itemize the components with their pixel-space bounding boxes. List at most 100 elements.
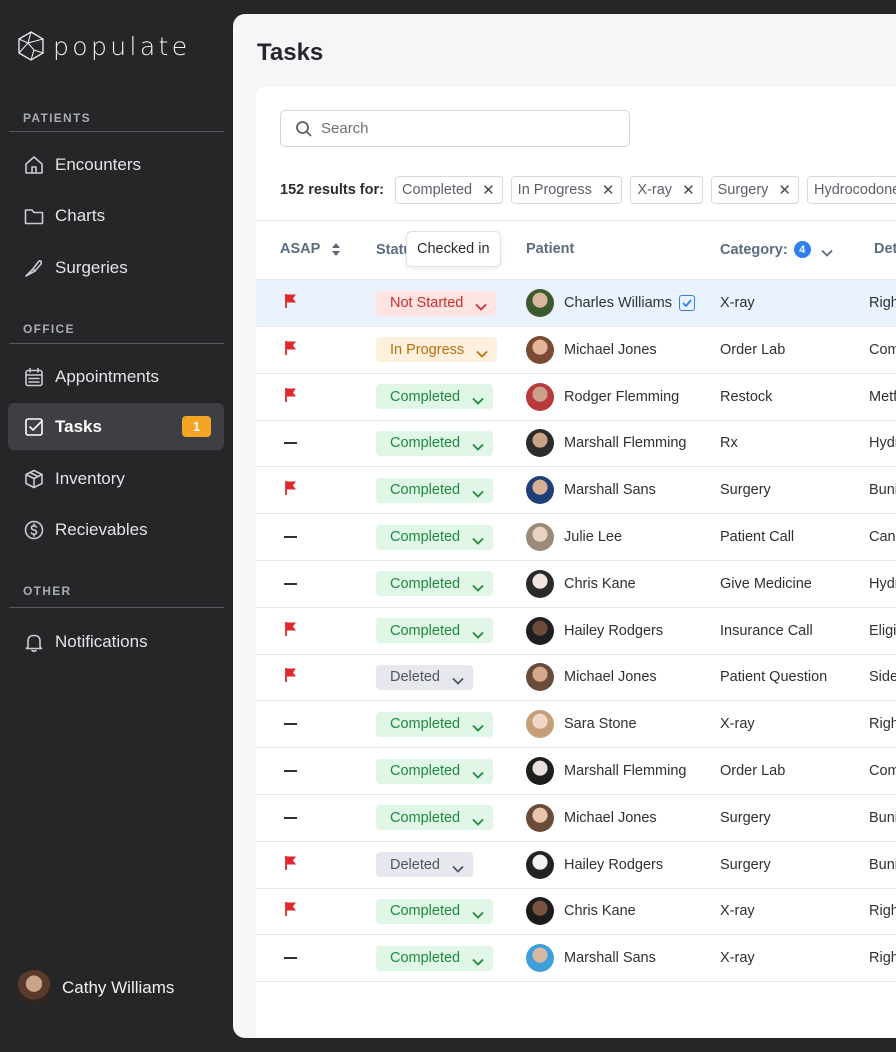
sidebar-item-encounters[interactable]: Encounters <box>8 141 224 188</box>
close-icon[interactable]: ✕ <box>482 181 495 199</box>
asap-cell[interactable] <box>284 374 298 420</box>
status-dropdown[interactable]: Completed <box>376 898 494 924</box>
status-dropdown[interactable]: Deleted <box>376 664 473 690</box>
status-dropdown[interactable]: In Progress <box>376 337 498 363</box>
patient-cell[interactable]: Chris Kane <box>526 888 636 934</box>
status-dropdown[interactable]: Completed <box>376 945 494 971</box>
patient-cell[interactable]: Michael Jones <box>526 795 657 841</box>
table-row[interactable]: Completed Marshall Sans X-ray Right arm <box>256 935 896 983</box>
flag-icon[interactable] <box>284 340 298 360</box>
flag-icon[interactable] <box>284 480 298 500</box>
asap-cell[interactable] <box>284 748 297 794</box>
dash-icon <box>284 816 297 819</box>
patient-cell[interactable]: Hailey Rodgers <box>526 842 663 888</box>
checked-in-icon[interactable] <box>678 295 695 311</box>
flag-icon[interactable] <box>284 293 298 313</box>
status-dropdown[interactable]: Completed <box>376 430 494 456</box>
close-icon[interactable]: ✕ <box>682 181 695 199</box>
table-row[interactable]: Completed Julie Lee Patient Call Cancel <box>256 514 896 561</box>
flag-icon[interactable] <box>284 387 298 407</box>
table-row[interactable]: Deleted Michael Jones Patient Question Side… <box>256 654 896 702</box>
patient-cell[interactable]: Marshall Sans <box>526 935 656 981</box>
sidebar-item-recievables[interactable]: Recievables <box>8 506 224 553</box>
patient-cell[interactable]: Marshall Sans <box>526 467 656 513</box>
asap-cell[interactable] <box>284 795 297 841</box>
table-row[interactable]: Completed Michael Jones Surgery Bunion <box>256 795 896 842</box>
patient-cell[interactable]: Hailey Rodgers <box>526 608 663 654</box>
patient-cell[interactable]: Charles Williams <box>526 280 695 326</box>
flag-icon[interactable] <box>284 855 298 875</box>
asap-cell[interactable] <box>284 467 298 513</box>
table-row[interactable]: Completed Marshall Flemming Rx Hydrocodone <box>256 420 896 468</box>
asap-cell[interactable] <box>284 654 298 700</box>
patient-cell[interactable]: Marshall Flemming <box>526 420 686 466</box>
sidebar-item-tasks[interactable]: Tasks 1 <box>8 403 224 450</box>
flag-icon[interactable] <box>284 621 298 641</box>
flag-icon[interactable] <box>284 901 298 921</box>
table-row[interactable]: Completed Hailey Rodgers Insurance Call Eli… <box>256 608 896 655</box>
status-dropdown[interactable]: Completed <box>376 477 494 503</box>
status-dropdown[interactable]: Completed <box>376 571 494 597</box>
status-dropdown[interactable]: Completed <box>376 618 494 644</box>
column-asap[interactable]: ASAP <box>280 241 341 257</box>
patient-cell[interactable]: Rodger Flemming <box>526 374 679 420</box>
asap-cell[interactable] <box>284 514 297 560</box>
status-dropdown[interactable]: Deleted <box>376 852 473 878</box>
asap-cell[interactable] <box>284 935 297 981</box>
status-cell: Completed <box>376 795 494 841</box>
patient-cell[interactable]: Michael Jones <box>526 327 657 373</box>
status-dropdown[interactable]: Completed <box>376 758 494 784</box>
search-input[interactable] <box>321 120 601 137</box>
status-dropdown[interactable]: Not Started <box>376 290 497 316</box>
asap-cell[interactable] <box>284 561 297 607</box>
sidebar-item-notifications[interactable]: Notifications <box>8 618 224 665</box>
sidebar-item-inventory[interactable]: Inventory <box>8 455 224 502</box>
patient-cell[interactable]: Michael Jones <box>526 654 657 700</box>
status-dropdown[interactable]: Completed <box>376 524 494 550</box>
patient-cell[interactable]: Sara Stone <box>526 701 637 747</box>
close-icon[interactable]: ✕ <box>778 181 791 199</box>
asap-cell[interactable] <box>284 608 298 654</box>
filter-chip[interactable]: Completed ✕ <box>394 176 503 204</box>
asap-cell[interactable] <box>284 701 297 747</box>
patient-name: Michael Jones <box>564 669 657 686</box>
patient-cell[interactable]: Chris Kane <box>526 561 636 607</box>
close-icon[interactable]: ✕ <box>602 181 615 199</box>
column-category[interactable]: Category: 4 <box>720 241 833 258</box>
asap-cell[interactable] <box>284 327 298 373</box>
patient-cell[interactable]: Julie Lee <box>526 514 622 560</box>
sidebar-item-surgeries[interactable]: Surgeries <box>8 244 224 291</box>
asap-cell[interactable] <box>284 280 298 326</box>
table-row[interactable]: Deleted Hailey Rodgers Surgery Bunion <box>256 842 896 889</box>
table-row[interactable]: Completed Chris Kane Give Medicine Hydrocod… <box>256 561 896 608</box>
table-row[interactable]: Completed Rodger Flemming Restock Metformin <box>256 374 896 421</box>
filter-chip[interactable]: Surgery ✕ <box>710 176 799 204</box>
table-row[interactable]: Not Started Charles Williams X-ray Right ar… <box>256 280 896 327</box>
table-row[interactable]: In Progress Michael Jones Order Lab Complet… <box>256 327 896 374</box>
column-details[interactable]: Details <box>874 241 896 257</box>
brand-logo[interactable]: populate <box>17 31 191 61</box>
column-patient[interactable]: Patient <box>526 241 574 257</box>
asap-cell[interactable] <box>284 842 298 888</box>
table-row[interactable]: Completed Marshall Sans Surgery Bunion <box>256 467 896 515</box>
filter-chip[interactable]: In Progress ✕ <box>510 176 623 204</box>
sort-icon[interactable] <box>332 242 341 256</box>
asap-cell[interactable] <box>284 420 297 466</box>
table-row[interactable]: Completed Sara Stone X-ray Right arm <box>256 701 896 749</box>
chevron-down-icon[interactable] <box>821 245 833 257</box>
flag-icon[interactable] <box>284 667 298 687</box>
sidebar-item-appointments[interactable]: Appointments <box>8 353 224 400</box>
user-profile[interactable]: Cathy Williams <box>16 970 174 1006</box>
status-dropdown[interactable]: Completed <box>376 384 494 410</box>
sidebar-item-charts[interactable]: Charts <box>8 192 224 239</box>
filter-chip[interactable]: X-ray ✕ <box>630 176 703 204</box>
chevron-down-icon <box>472 720 484 732</box>
table-row[interactable]: Completed Chris Kane X-ray Right arm <box>256 888 896 936</box>
table-row[interactable]: Completed Marshall Flemming Order Lab Compl… <box>256 748 896 795</box>
search-box[interactable] <box>280 110 630 147</box>
filter-chip[interactable]: Hydrocodone✕ <box>807 176 896 204</box>
status-dropdown[interactable]: Completed <box>376 711 494 737</box>
status-dropdown[interactable]: Completed <box>376 805 494 831</box>
asap-cell[interactable] <box>284 888 298 934</box>
patient-cell[interactable]: Marshall Flemming <box>526 748 686 794</box>
